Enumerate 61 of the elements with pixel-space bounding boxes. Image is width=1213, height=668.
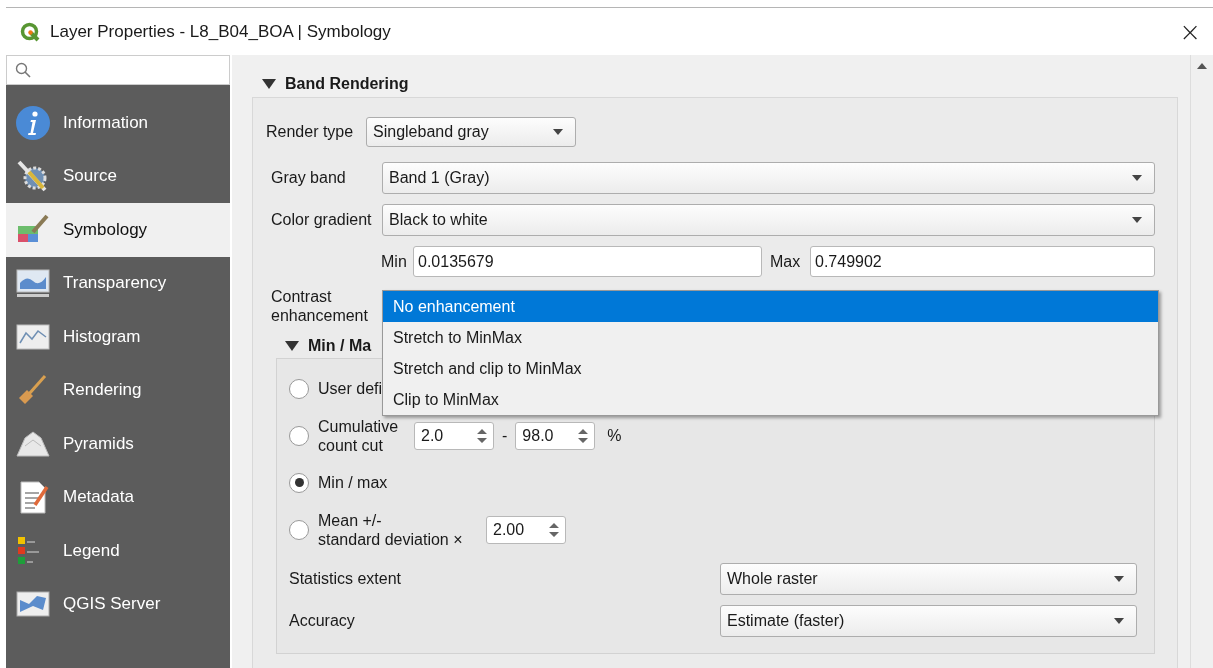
field-label: Accuracy bbox=[289, 612, 356, 630]
input-field[interactable]: 0.749902 bbox=[810, 246, 1155, 277]
section-title: Min / Ma bbox=[308, 337, 372, 355]
logo-icon bbox=[20, 21, 40, 42]
sidebar-item[interactable]: Histogram bbox=[6, 310, 230, 364]
field-label: Statistics extent bbox=[289, 570, 403, 588]
option-label: Cumulative count cut bbox=[318, 416, 400, 455]
sidebar-item[interactable]: QGIS Server bbox=[6, 577, 230, 631]
menu-item[interactable]: Stretch and clip to MinMax bbox=[383, 353, 1158, 384]
dropdown[interactable]: Whole raster bbox=[720, 563, 1137, 595]
menu-item[interactable]: No enhancement bbox=[383, 291, 1158, 322]
dropdown[interactable]: Singleband gray bbox=[366, 117, 576, 147]
option-label: Mean +/- standard deviation × bbox=[318, 510, 464, 549]
window-title: Layer Properties - L8_B04_BOA | Symbology bbox=[50, 21, 391, 42]
sidebar-item[interactable]: Legend bbox=[6, 524, 230, 578]
option-label: Min / max bbox=[318, 473, 388, 492]
sidebar-item[interactable]: Transparency bbox=[6, 256, 230, 310]
dropdown[interactable]: Band 1 (Gray) bbox=[382, 162, 1155, 194]
radio-button[interactable] bbox=[289, 378, 309, 399]
field-label: Contrast enhancement bbox=[271, 287, 368, 325]
field-label: Render type bbox=[266, 123, 355, 141]
menu-item[interactable]: Stretch to MinMax bbox=[383, 322, 1158, 353]
scroll-up-icon[interactable] bbox=[1197, 63, 1207, 69]
sidebar-item[interactable]: Source bbox=[6, 149, 230, 203]
caret-icon bbox=[1114, 576, 1124, 582]
sidebar-item[interactable]: Information bbox=[6, 96, 230, 150]
spin-arrows-icon bbox=[578, 427, 589, 444]
info-icon bbox=[15, 104, 51, 141]
field-label: Gray band bbox=[271, 169, 347, 187]
field-label: Min bbox=[381, 252, 408, 271]
menu-item[interactable]: Clip to MinMax bbox=[383, 384, 1158, 415]
spin-box[interactable]: 2.00 bbox=[486, 515, 566, 544]
spin-arrows-icon bbox=[477, 427, 487, 444]
radio-button[interactable] bbox=[289, 472, 309, 493]
caret-icon bbox=[553, 129, 563, 135]
collapse-triangle-icon[interactable] bbox=[262, 79, 276, 89]
option-label: User defi bbox=[318, 379, 383, 398]
sidebar-item[interactable]: Pyramids bbox=[6, 417, 230, 471]
dropdown[interactable]: Black to white bbox=[382, 204, 1155, 236]
caret-icon bbox=[1114, 618, 1124, 624]
sidebar-item[interactable]: Metadata bbox=[6, 470, 230, 524]
section-title: Band Rendering bbox=[285, 75, 409, 93]
caret-icon bbox=[1132, 175, 1142, 181]
field-label: Color gradient bbox=[271, 211, 373, 229]
search-icon bbox=[15, 62, 31, 78]
spin-box[interactable]: 2.0 bbox=[414, 421, 494, 450]
collapse-triangle-icon[interactable] bbox=[285, 341, 299, 351]
caret-icon bbox=[1132, 217, 1142, 223]
close-button[interactable]: × bbox=[1173, 16, 1207, 47]
sidebar-item[interactable]: Symbology bbox=[6, 203, 230, 257]
dropdown[interactable]: Estimate (faster) bbox=[720, 605, 1137, 637]
field-label: Max bbox=[770, 252, 802, 271]
sidebar-item[interactable]: Rendering bbox=[6, 363, 230, 417]
range-separator: - bbox=[502, 426, 508, 445]
radio-button[interactable] bbox=[289, 425, 309, 446]
spin-box[interactable]: 98.0 bbox=[515, 421, 596, 450]
input-field[interactable]: 0.0135679 bbox=[413, 246, 762, 277]
unit-label: % bbox=[607, 426, 622, 445]
radio-button[interactable] bbox=[289, 519, 309, 540]
spin-arrows-icon bbox=[549, 521, 559, 538]
search-field[interactable] bbox=[6, 55, 230, 85]
